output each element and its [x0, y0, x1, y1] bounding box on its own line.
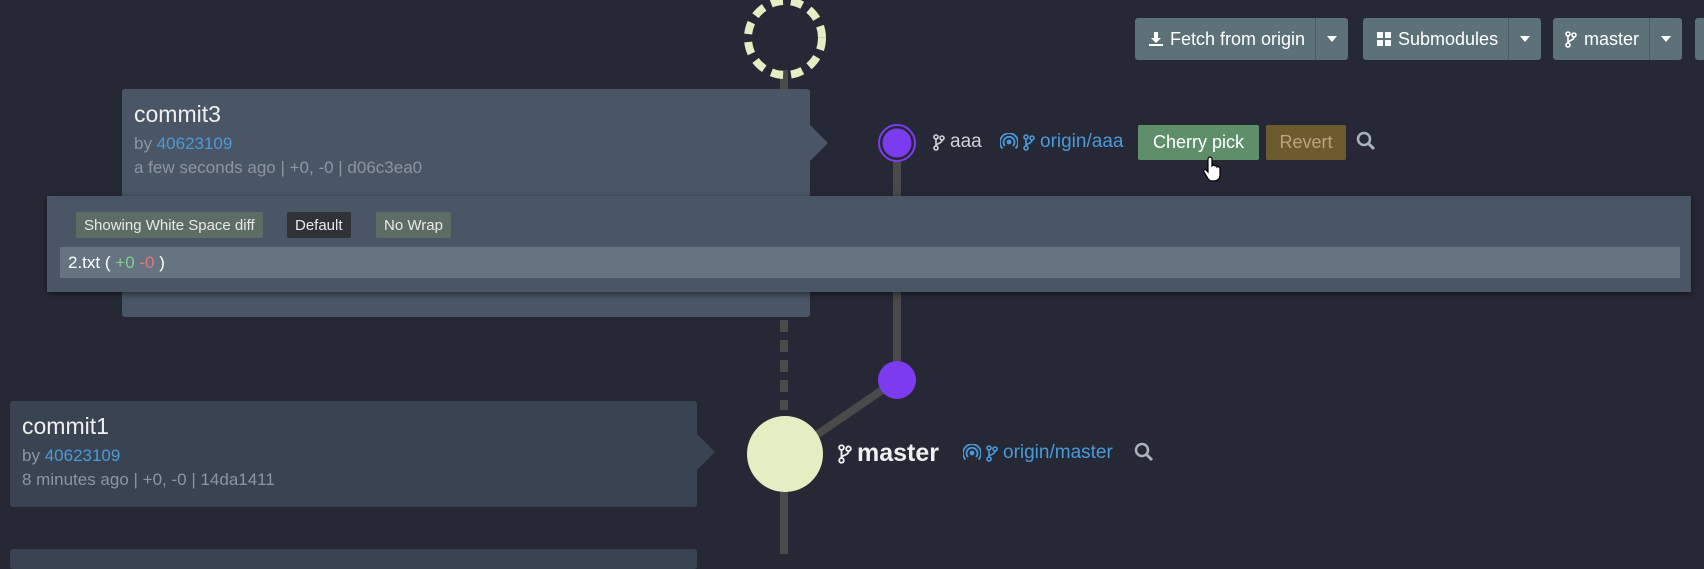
diff-file-name: 2.txt	[68, 252, 101, 272]
commit3-author-link[interactable]: 40623109	[157, 134, 233, 153]
commit1-node[interactable]	[747, 416, 823, 492]
branch-label: master	[1584, 28, 1640, 49]
remote-icon	[1000, 133, 1018, 150]
fetch-button-group[interactable]: Fetch from origin	[1135, 18, 1349, 60]
download-icon	[1149, 32, 1163, 46]
grid-icon	[1377, 32, 1391, 46]
commit2-node[interactable]	[878, 361, 916, 399]
commit1-card[interactable]: commit1 by 40623109 8 minutes ago | +0, …	[10, 401, 697, 507]
branch-button[interactable]: master	[1553, 18, 1649, 60]
commit1-card-pointer	[697, 434, 715, 470]
commit1-meta: 8 minutes ago | +0, -0 | 14da1411	[22, 470, 275, 489]
cherry-pick-button[interactable]: Cherry pick	[1138, 125, 1259, 160]
diff-added-count: +0	[115, 252, 135, 272]
remote-ref-origin-master[interactable]: origin/master	[963, 442, 1113, 464]
whitespace-toggle[interactable]: Showing White Space diff	[76, 212, 263, 238]
fetch-label: Fetch from origin	[1170, 28, 1306, 49]
remote-icon	[963, 444, 981, 461]
commit3-node[interactable]	[879, 125, 915, 161]
working-dir-node[interactable]	[744, 0, 826, 79]
submodules-dropdown-caret[interactable]	[1508, 18, 1541, 60]
branch-ref-master[interactable]: master	[838, 439, 939, 468]
branch-icon	[986, 444, 998, 462]
commit3-title: commit3	[134, 101, 221, 127]
fetch-button[interactable]: Fetch from origin	[1135, 18, 1315, 60]
commit1-byline: by 40623109	[22, 446, 121, 465]
diff-file-row[interactable]: 2.txt ( +0 -0 )	[60, 247, 1680, 278]
submodules-button-group[interactable]: Submodules	[1363, 18, 1542, 60]
submodules-button[interactable]: Submodules	[1363, 18, 1508, 60]
diff-mode-default[interactable]: Default	[287, 212, 351, 238]
commit3-meta: a few seconds ago | +0, -0 | d06c3ea0	[134, 158, 423, 177]
hand-cursor-icon	[1203, 156, 1221, 182]
branch-button-group[interactable]: master	[1553, 18, 1683, 60]
commit3-card-pointer	[810, 125, 828, 161]
fetch-dropdown-caret[interactable]	[1315, 18, 1348, 60]
branch-icon	[933, 133, 945, 151]
branch-dropdown-caret[interactable]	[1649, 18, 1682, 60]
commit1-title: commit1	[22, 413, 109, 439]
remote-ref-origin-aaa[interactable]: origin/aaa	[1000, 131, 1123, 153]
commit3-byline: by 40623109	[134, 134, 233, 153]
commit1-author-link[interactable]: 40623109	[45, 446, 121, 465]
branch-ref-aaa[interactable]: aaa	[933, 131, 982, 153]
wrap-toggle[interactable]: No Wrap	[376, 212, 451, 238]
revert-button[interactable]: Revert	[1266, 125, 1346, 160]
branch-icon	[838, 443, 852, 464]
diff-panel: Showing White Space diff Default No Wrap…	[47, 196, 1691, 292]
search-icon[interactable]	[1134, 442, 1154, 462]
branch-icon	[1565, 30, 1577, 48]
next-commit-card[interactable]	[10, 549, 697, 569]
search-icon[interactable]	[1356, 131, 1376, 151]
overflow-toolbar-button[interactable]	[1695, 18, 1704, 60]
branch-icon	[1023, 133, 1035, 151]
submodules-label: Submodules	[1398, 28, 1499, 49]
diff-removed-count: -0	[139, 252, 155, 272]
